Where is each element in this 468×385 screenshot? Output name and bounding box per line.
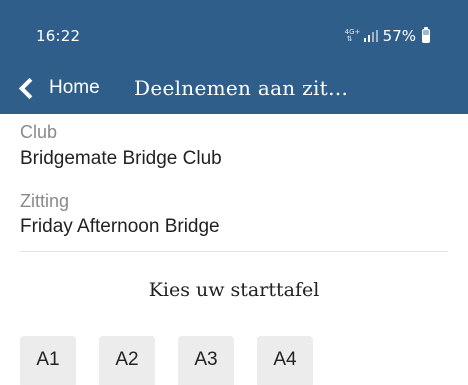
page-title: Deelnemen aan zit… xyxy=(134,76,349,100)
divider xyxy=(20,251,448,252)
back-label: Home xyxy=(49,77,100,98)
chevron-left-icon xyxy=(18,77,41,99)
back-button[interactable]: Home xyxy=(14,71,100,105)
status-indicators: 4G+ ⇅ 57% xyxy=(345,26,430,46)
status-bar: 16:22 4G+ ⇅ 57% xyxy=(0,0,468,63)
table-button-a4[interactable]: A4 xyxy=(257,336,313,385)
table-button-a2[interactable]: A2 xyxy=(99,336,155,385)
club-value: Bridgemate Bridge Club xyxy=(20,148,222,169)
table-button-a3[interactable]: A3 xyxy=(178,336,234,385)
battery-percent: 57% xyxy=(382,27,416,45)
club-label: Club xyxy=(20,122,58,142)
network-4g-plus-icon: 4G+ ⇅ xyxy=(344,28,361,43)
status-time: 16:22 xyxy=(36,27,81,45)
table-button-a1[interactable]: A1 xyxy=(20,336,76,385)
app-screen: 16:22 4G+ ⇅ 57% Home Deelnemen aan zit… … xyxy=(0,0,468,385)
app-bar: Home Deelnemen aan zit… xyxy=(0,63,468,114)
session-label: Zitting xyxy=(20,191,70,211)
signal-strength-icon xyxy=(363,30,378,42)
start-table-prompt: Kies uw starttafel xyxy=(148,279,320,301)
battery-icon xyxy=(422,27,430,43)
session-value: Friday Afternoon Bridge xyxy=(20,216,220,237)
